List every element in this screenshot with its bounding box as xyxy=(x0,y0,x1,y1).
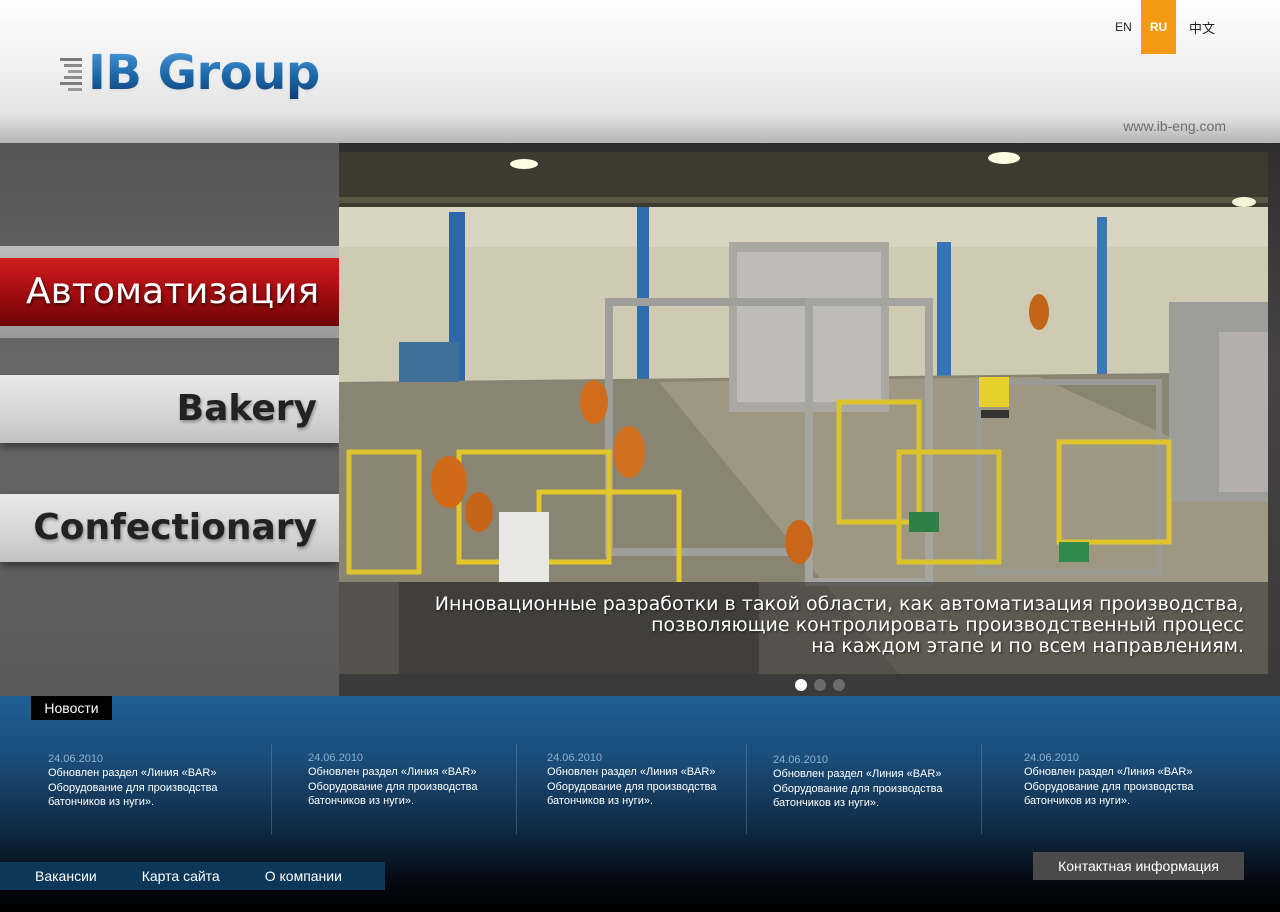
language-switcher: EN RU 中文 xyxy=(1106,0,1228,54)
nav-item-bakery[interactable]: Bakery xyxy=(0,375,339,443)
news-divider xyxy=(746,744,747,834)
slider-dots xyxy=(795,679,845,691)
lang-en[interactable]: EN xyxy=(1106,0,1141,54)
nav-item-automation-label: Автоматизация xyxy=(26,271,320,312)
nav-item-bakery-label: Bakery xyxy=(176,388,317,429)
hero-caption: Инновационные разработки в такой области… xyxy=(339,582,1268,674)
nav-item-confectionary[interactable]: Confectionary xyxy=(0,494,339,562)
nav-item-automation-band: Автоматизация xyxy=(0,246,398,338)
slider-dot-2[interactable] xyxy=(814,679,826,691)
brand-logo[interactable]: IB Group xyxy=(58,42,320,104)
main-showcase: Автоматизация Bakery Confectionary Иннов… xyxy=(0,143,1280,696)
contact-info-button[interactable]: Контактная информация xyxy=(1033,852,1244,880)
news-tab[interactable]: Новости xyxy=(31,696,112,720)
footer-nav: Вакансии Карта сайта О компании xyxy=(0,862,385,890)
news-text: Обновлен раздел «Линия «BAR» Оборудовани… xyxy=(1024,766,1194,807)
news-item[interactable]: 24.06.2010 Обновлен раздел «Линия «BAR» … xyxy=(773,753,973,811)
footer-link-about[interactable]: О компании xyxy=(265,868,342,884)
page-header: IB Group EN RU 中文 www.ib-eng.com xyxy=(0,0,1280,143)
brand-name: IB Group xyxy=(88,45,320,101)
news-item[interactable]: 24.06.2010 Обновлен раздел «Линия «BAR» … xyxy=(48,752,248,810)
news-divider xyxy=(516,744,517,834)
news-text: Обновлен раздел «Линия «BAR» Оборудовани… xyxy=(773,768,943,809)
lang-ru[interactable]: RU xyxy=(1141,0,1176,54)
news-date: 24.06.2010 xyxy=(1024,752,1080,764)
hero-caption-text: Инновационные разработки в такой области… xyxy=(434,593,1244,657)
news-divider xyxy=(271,744,272,834)
lang-zh[interactable]: 中文 xyxy=(1176,0,1228,54)
footer-link-sitemap[interactable]: Карта сайта xyxy=(142,868,220,884)
slider-dot-1[interactable] xyxy=(795,679,807,691)
news-divider xyxy=(981,744,982,834)
news-section: Новости 24.06.2010 Обновлен раздел «Лини… xyxy=(0,696,1280,912)
news-item[interactable]: 24.06.2010 Обновлен раздел «Линия «BAR» … xyxy=(308,751,508,809)
footer-link-vacancies[interactable]: Вакансии xyxy=(35,868,97,884)
site-url: www.ib-eng.com xyxy=(1123,118,1226,134)
hero-slide-image: Инновационные разработки в такой области… xyxy=(339,152,1268,674)
news-text: Обновлен раздел «Линия «BAR» Оборудовани… xyxy=(308,766,478,807)
category-nav: Автоматизация Bakery Confectionary xyxy=(0,143,398,696)
news-date: 24.06.2010 xyxy=(308,752,364,764)
news-text: Обновлен раздел «Линия «BAR» Оборудовани… xyxy=(547,766,717,807)
news-date: 24.06.2010 xyxy=(773,754,829,766)
news-date: 24.06.2010 xyxy=(547,752,603,764)
slider-dot-3[interactable] xyxy=(833,679,845,691)
stacked-lines-icon xyxy=(60,58,82,91)
news-item[interactable]: 24.06.2010 Обновлен раздел «Линия «BAR» … xyxy=(1024,751,1224,809)
news-item[interactable]: 24.06.2010 Обновлен раздел «Линия «BAR» … xyxy=(547,751,747,809)
news-date: 24.06.2010 xyxy=(48,753,104,765)
nav-item-confectionary-label: Confectionary xyxy=(33,507,317,548)
news-text: Обновлен раздел «Линия «BAR» Оборудовани… xyxy=(48,767,218,808)
